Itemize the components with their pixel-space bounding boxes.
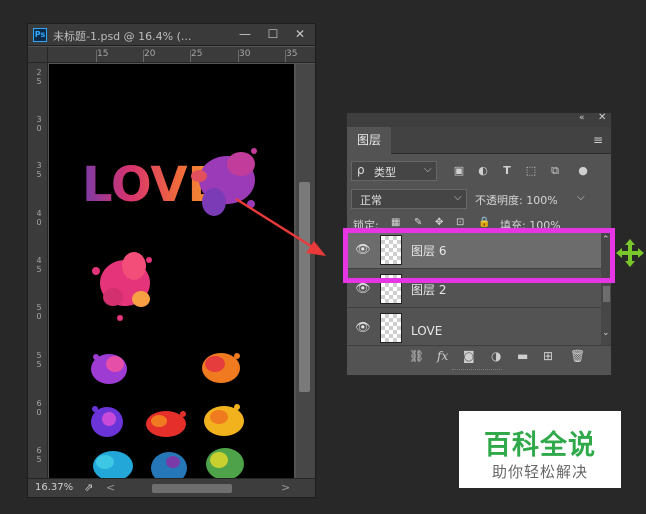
close-button[interactable]: ✕	[286, 24, 314, 44]
canvas[interactable]: LOVE	[49, 64, 294, 478]
adjustment-filter-icon[interactable]: ◐	[476, 164, 490, 178]
scroll-right-button[interactable]: >	[281, 481, 290, 494]
panel-menu-icon[interactable]: ≡	[593, 133, 603, 147]
eye-icon[interactable]: 👁	[355, 281, 371, 295]
layer-name[interactable]: LOVE	[411, 324, 442, 338]
opacity-value[interactable]: 100%	[526, 194, 557, 207]
love-text-art: LOVE	[82, 157, 220, 213]
paint-splash-orange	[202, 353, 240, 383]
paint-splash-violet	[91, 406, 123, 437]
ruler-tick-label: 25	[191, 49, 203, 59]
panel-footer: ⛓ fx ◙ ◑ ▬ ⊞ 🗑	[347, 345, 611, 367]
vertical-scroll-thumb[interactable]	[299, 182, 310, 392]
search-icon: ρ	[357, 163, 365, 177]
watermark-subtitle: 助你轻松解决	[491, 463, 588, 481]
blend-mode-value: 正常	[360, 194, 382, 207]
lock-artboard-icon[interactable]: ⊡	[456, 217, 464, 228]
collapse-panel-icon[interactable]: «	[579, 113, 585, 123]
layer-name[interactable]: 图层 2	[411, 281, 446, 298]
lock-transparent-icon[interactable]: ▦	[391, 217, 400, 228]
paint-splash-cyan	[93, 451, 133, 478]
layer-thumbnail[interactable]	[380, 313, 402, 343]
watermark: 百科全说 助你轻松解决	[459, 411, 621, 488]
opacity-control[interactable]: 不透明度: 100%	[475, 192, 558, 208]
ruler-tick-label: 3 0	[36, 115, 42, 133]
opacity-label: 不透明度:	[475, 194, 523, 207]
paint-splash-purple	[91, 354, 127, 384]
pixel-filter-icon[interactable]: ▣	[452, 164, 466, 178]
paint-splash-blue	[151, 452, 187, 478]
chevron-down-icon: ⌵	[424, 164, 432, 175]
document-title: 未标题-1.psd @ 16.4% (...	[53, 30, 192, 43]
smart-object-filter-icon[interactable]: ⧉	[548, 164, 562, 178]
chevron-down-icon[interactable]: ⌵	[577, 192, 585, 203]
type-filter-icon[interactable]: T	[500, 164, 514, 178]
ruler-tick-label: 35	[286, 49, 298, 59]
ruler-tick-label: 20	[144, 49, 156, 59]
filter-value: 类型	[374, 166, 396, 179]
filter-toggle-icon[interactable]: ●	[576, 164, 590, 178]
adjustment-layer-icon[interactable]: ◑	[491, 349, 501, 363]
lock-all-icon[interactable]: 🔒	[478, 217, 490, 228]
scroll-left-button[interactable]: <	[106, 481, 115, 494]
ruler-tick-label: 5 5	[36, 351, 42, 369]
paint-splash-pink	[92, 252, 152, 321]
watermark-title: 百科全说	[484, 430, 596, 461]
fx-icon[interactable]: fx	[437, 349, 448, 363]
panel-resize-grip[interactable]	[452, 369, 502, 373]
paint-splash-red	[146, 411, 186, 437]
shape-filter-icon[interactable]: ⬚	[524, 164, 538, 178]
ruler-tick-label: 4 0	[36, 209, 42, 227]
link-layers-icon[interactable]: ⛓	[409, 349, 424, 363]
canvas-area[interactable]: LOVE	[48, 64, 296, 478]
vertical-scrollbar[interactable]	[296, 64, 315, 478]
new-layer-icon[interactable]: ⊞	[543, 349, 553, 363]
ruler-tick-label: 15	[97, 49, 109, 59]
zoom-level[interactable]: 16.37%	[35, 482, 73, 493]
trash-icon[interactable]: 🗑	[570, 349, 585, 363]
chevron-down-icon[interactable]: ⌄	[602, 328, 610, 338]
layer-list-scroll-thumb[interactable]	[603, 286, 610, 302]
ruler-tick-label: 6 5	[36, 446, 42, 464]
folder-icon[interactable]: ▬	[517, 349, 528, 363]
ruler-tick-label: 6 0	[36, 399, 42, 417]
layer-filter-dropdown[interactable]: ρ 类型 ⌵	[351, 161, 437, 181]
paint-splash-yellow	[204, 404, 244, 436]
horizontal-ruler[interactable]: 15 20 25 30 35	[48, 47, 315, 63]
layer-row[interactable]: 👁 LOVE	[347, 308, 601, 345]
selected-layer-highlight	[343, 228, 615, 283]
close-panel-icon[interactable]: ✕	[598, 112, 606, 123]
chevron-down-icon: ⌵	[454, 192, 462, 203]
eye-icon[interactable]: 👁	[355, 320, 371, 334]
move-cursor-icon	[616, 239, 644, 267]
ruler-corner[interactable]	[28, 47, 48, 63]
minimize-button[interactable]: —	[231, 24, 259, 44]
lock-position-icon[interactable]: ✥	[435, 217, 443, 228]
document-status-bar: 16.37% ⇗ < >	[28, 478, 315, 497]
paint-splash-green	[206, 448, 244, 478]
ruler-tick-label: 2 5	[36, 68, 42, 86]
blend-row: 正常 ⌵ 不透明度: 100% ⌵	[347, 187, 611, 211]
photoshop-logo-icon: Ps	[33, 28, 47, 42]
panel-tab-bar: 图层 ≡	[347, 127, 611, 154]
tab-layers[interactable]: 图层	[347, 127, 391, 154]
blend-mode-dropdown[interactable]: 正常 ⌵	[351, 189, 467, 209]
ruler-tick-label: 3 5	[36, 161, 42, 179]
export-icon[interactable]: ⇗	[84, 481, 93, 494]
layer-filter-row: ρ 类型 ⌵ ▣ ◐ T ⬚ ⧉ ●	[347, 158, 611, 184]
vertical-ruler[interactable]: 2 5 3 0 3 5 4 0 4 5 5 0 5 5 6 0 6 5	[28, 63, 48, 478]
panel-top-bar[interactable]: « ✕	[347, 112, 611, 127]
mask-icon[interactable]: ◙	[463, 349, 475, 363]
canvas-artwork: LOVE	[82, 148, 257, 478]
ruler-tick-label: 30	[239, 49, 251, 59]
document-window: Ps 未标题-1.psd @ 16.4% (... — ☐ ✕ 15 20 25…	[27, 23, 316, 498]
lock-image-icon[interactable]: ✎	[414, 217, 422, 228]
document-title-bar[interactable]: Ps 未标题-1.psd @ 16.4% (... — ☐ ✕	[28, 24, 315, 46]
maximize-button[interactable]: ☐	[259, 24, 287, 44]
horizontal-scroll-thumb[interactable]	[152, 484, 232, 493]
ruler-tick-label: 5 0	[36, 303, 42, 321]
ruler-tick-label: 4 5	[36, 256, 42, 274]
